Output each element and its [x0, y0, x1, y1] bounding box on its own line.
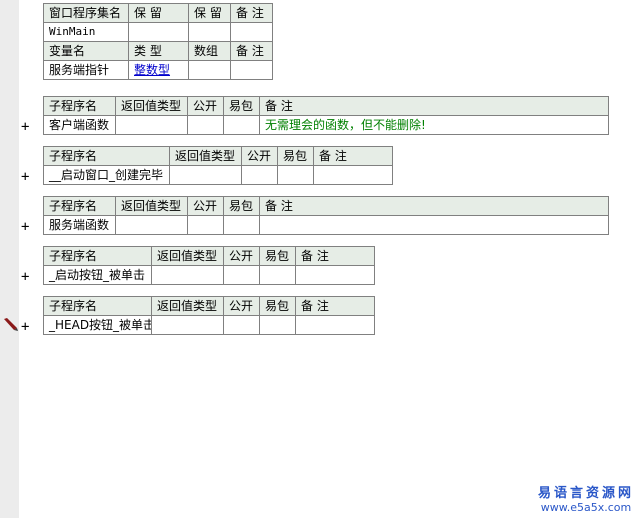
reserved-cell-1[interactable] — [128, 22, 189, 42]
program-set-header-row: 窗口程序集名 保 留 保 留 备 注 — [43, 3, 273, 23]
subprogram-table: 子程序名 返回值类型 公开 易包 备 注 _启动按钮_被单击 — [43, 246, 375, 285]
program-set-name-header: 窗口程序集名 — [43, 3, 129, 23]
public-cell[interactable] — [223, 315, 260, 335]
variable-type-header: 类 型 — [128, 41, 189, 61]
easy-package-header: 易包 — [259, 296, 296, 316]
easy-package-cell[interactable] — [223, 215, 260, 235]
expand-button[interactable]: + — [21, 120, 31, 134]
watermark-title: 易语言资源网 — [537, 486, 634, 501]
public-header: 公开 — [187, 96, 224, 116]
subprogram-name-header: 子程序名 — [43, 146, 170, 166]
remark-cell[interactable] — [313, 165, 393, 185]
subprogram-row[interactable]: _启动按钮_被单击 — [43, 265, 375, 285]
easy-package-cell[interactable] — [259, 315, 296, 335]
subprogram-row[interactable]: 服务端函数 — [43, 215, 609, 235]
subprogram-table: 子程序名 返回值类型 公开 易包 备 注 客户端函数 无需理会的函数，但不能删除… — [43, 96, 609, 135]
return-type-header: 返回值类型 — [169, 146, 242, 166]
subprogram-name-cell[interactable]: 服务端函数 — [43, 215, 116, 235]
remark-cell[interactable]: 无需理会的函数，但不能删除! — [259, 115, 609, 135]
public-cell[interactable] — [187, 115, 224, 135]
subprogram-name-cell[interactable]: _HEAD按钮_被单击 — [43, 315, 152, 335]
remark-header: 备 注 — [295, 246, 375, 266]
easy-package-cell[interactable] — [259, 265, 296, 285]
subprogram-name-header: 子程序名 — [43, 246, 152, 266]
remark-header: 备 注 — [259, 196, 609, 216]
easy-package-cell[interactable] — [223, 115, 260, 135]
remark-cell[interactable] — [295, 265, 375, 285]
return-type-header: 返回值类型 — [151, 246, 224, 266]
subprogram-name-cell[interactable]: _启动按钮_被单击 — [43, 265, 152, 285]
variable-remark-header: 备 注 — [230, 41, 273, 61]
public-cell[interactable] — [241, 165, 278, 185]
return-type-header: 返回值类型 — [115, 96, 188, 116]
variable-array-header: 数组 — [188, 41, 231, 61]
expand-button[interactable]: + — [21, 320, 31, 334]
variable-header-row: 变量名 类 型 数组 备 注 — [43, 41, 273, 61]
reserved-header-1: 保 留 — [128, 3, 189, 23]
variable-name-header: 变量名 — [43, 41, 129, 61]
public-header: 公开 — [187, 196, 224, 216]
variable-type-cell[interactable]: 整数型 — [128, 60, 189, 80]
subprogram-name-cell[interactable]: __启动窗口_创建完毕 — [43, 165, 170, 185]
remark-cell[interactable] — [230, 22, 273, 42]
return-type-cell[interactable] — [169, 165, 242, 185]
subprogram-row[interactable]: __启动窗口_创建完毕 — [43, 165, 393, 185]
subprogram-name-header: 子程序名 — [43, 96, 116, 116]
public-header: 公开 — [241, 146, 278, 166]
program-set-name-cell[interactable]: WinMain — [43, 22, 129, 42]
public-cell[interactable] — [187, 215, 224, 235]
editor-gutter — [0, 0, 19, 518]
public-header: 公开 — [223, 246, 260, 266]
remark-header: 备 注 — [259, 96, 609, 116]
variable-row[interactable]: 服务端指针 整数型 — [43, 60, 273, 80]
watermark-url: www.e5a5x.com — [540, 501, 632, 514]
subprogram-name-cell[interactable]: 客户端函数 — [43, 115, 116, 135]
watermark: 易语言资源网 www.e5a5x.com — [538, 482, 634, 514]
subprogram-header-row: 子程序名 返回值类型 公开 易包 备 注 — [43, 296, 375, 316]
return-type-header: 返回值类型 — [115, 196, 188, 216]
remark-header: 备 注 — [295, 296, 375, 316]
easy-package-header: 易包 — [223, 96, 260, 116]
subprogram-table: 子程序名 返回值类型 公开 易包 备 注 服务端函数 — [43, 196, 609, 235]
expand-button[interactable]: + — [21, 270, 31, 284]
return-type-cell[interactable] — [115, 115, 188, 135]
subprogram-table: 子程序名 返回值类型 公开 易包 备 注 _HEAD按钮_被单击 — [43, 296, 375, 335]
reserved-header-2: 保 留 — [188, 3, 231, 23]
easy-package-header: 易包 — [259, 246, 296, 266]
subprogram-row[interactable]: _HEAD按钮_被单击 — [43, 315, 375, 335]
subprogram-header-row: 子程序名 返回值类型 公开 易包 备 注 — [43, 196, 609, 216]
subprogram-header-row: 子程序名 返回值类型 公开 易包 备 注 — [43, 246, 375, 266]
pen-icon — [4, 318, 18, 331]
return-type-cell[interactable] — [151, 315, 224, 335]
expand-button[interactable]: + — [21, 170, 31, 184]
subprogram-name-header: 子程序名 — [43, 296, 152, 316]
program-set-table: 窗口程序集名 保 留 保 留 备 注 WinMain 变量名 类 型 数组 备 … — [43, 3, 273, 80]
variable-array-cell[interactable] — [188, 60, 231, 80]
return-type-header: 返回值类型 — [151, 296, 224, 316]
return-type-cell[interactable] — [115, 215, 188, 235]
subprogram-header-row: 子程序名 返回值类型 公开 易包 备 注 — [43, 146, 393, 166]
return-type-cell[interactable] — [151, 265, 224, 285]
easy-package-header: 易包 — [277, 146, 314, 166]
subprogram-header-row: 子程序名 返回值类型 公开 易包 备 注 — [43, 96, 609, 116]
subprogram-row[interactable]: 客户端函数 无需理会的函数，但不能删除! — [43, 115, 609, 135]
expand-button[interactable]: + — [21, 220, 31, 234]
program-set-row[interactable]: WinMain — [43, 22, 273, 42]
public-header: 公开 — [223, 296, 260, 316]
subprogram-name-header: 子程序名 — [43, 196, 116, 216]
variable-remark-cell[interactable] — [230, 60, 273, 80]
remark-header: 备 注 — [313, 146, 393, 166]
remark-header: 备 注 — [230, 3, 273, 23]
remark-cell[interactable] — [295, 315, 375, 335]
public-cell[interactable] — [223, 265, 260, 285]
reserved-cell-2[interactable] — [188, 22, 231, 42]
subprogram-table: 子程序名 返回值类型 公开 易包 备 注 __启动窗口_创建完毕 — [43, 146, 393, 185]
variable-name-cell[interactable]: 服务端指针 — [43, 60, 129, 80]
remark-cell[interactable] — [259, 215, 609, 235]
easy-package-header: 易包 — [223, 196, 260, 216]
easy-package-cell[interactable] — [277, 165, 314, 185]
